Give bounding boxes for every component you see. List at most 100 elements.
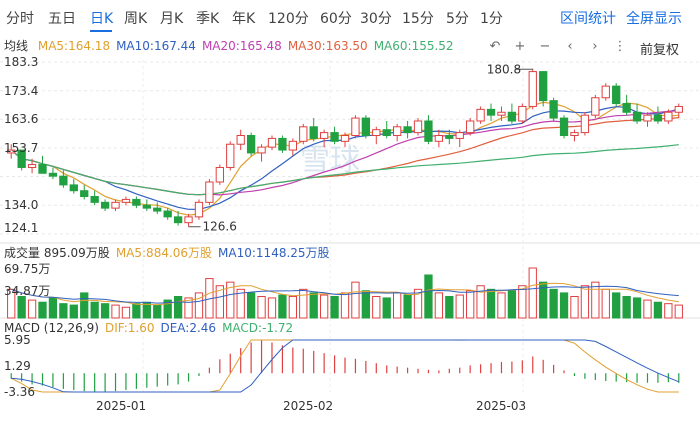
macd-axis-label-3: -3.36	[4, 385, 35, 399]
volume-axis-label-2: 34.87万	[4, 284, 50, 298]
volume-bar-39	[403, 294, 412, 319]
volume-bar-55	[570, 295, 579, 319]
candle-31	[319, 132, 329, 139]
candle-14	[142, 204, 151, 209]
volume-bar-57	[591, 281, 600, 319]
volume-bar-2	[17, 295, 26, 319]
candle-18	[184, 216, 193, 224]
x-date-label-2: 2025-02	[283, 399, 333, 413]
volume-bar-61	[632, 297, 642, 319]
volume-bar-26	[267, 297, 277, 319]
candle-8	[80, 190, 89, 198]
candle-22	[226, 143, 235, 168]
candle-44	[455, 132, 464, 139]
volume-bar-13	[132, 303, 141, 319]
high-annotation: 180.8	[487, 62, 521, 76]
volume-bar-9	[90, 301, 99, 319]
candle-42	[434, 135, 444, 142]
candle-41	[424, 120, 433, 142]
candle-35	[361, 117, 371, 137]
macd-legend: MACD (12,26,9) DIF:1.60 DEA:2.46 MACD:-1.72	[4, 320, 299, 336]
candle-16	[163, 210, 172, 218]
volume-bar-32	[330, 295, 339, 319]
volume-bar-15	[153, 304, 162, 319]
volume-bar-28	[288, 295, 297, 319]
volume-bar-53	[549, 288, 558, 319]
price-axis-label-3: 163.6	[4, 112, 38, 126]
volume-legend-item-1: 成交量 895.09万股	[4, 246, 110, 260]
volume-bar-11	[111, 304, 120, 319]
candle-33	[340, 135, 350, 142]
macd-legend-item-4: MACD:-1.72	[222, 321, 294, 335]
volume-bar-62	[643, 299, 652, 319]
candle-11	[111, 201, 120, 209]
candle-38	[393, 126, 402, 137]
stock-chart[interactable]: 雪球180.8126.6183.3173.4163.6153.7134.0124…	[0, 0, 700, 431]
candle-57	[591, 97, 600, 116]
candle-34	[351, 117, 360, 137]
candle-58	[601, 85, 610, 99]
volume-bar-34	[351, 281, 360, 319]
volume-bar-65	[674, 304, 683, 319]
volume-bar-25	[257, 295, 266, 319]
volume-legend-item-2: MA5:884.06万股	[115, 246, 213, 260]
price-axis-label-1: 183.3	[4, 55, 38, 69]
volume-bar-36	[372, 295, 381, 319]
candle-59	[612, 85, 621, 105]
price-axis-label-2: 173.4	[4, 84, 38, 98]
candle-45	[466, 120, 475, 134]
price-axis-label-5: 134.0	[4, 198, 38, 212]
volume-bar-58	[601, 288, 610, 319]
volume-bar-3	[27, 299, 37, 319]
volume-bar-47	[486, 288, 496, 319]
volume-bar-10	[100, 303, 110, 319]
candle-7	[69, 184, 78, 192]
price-axis-label-4: 153.7	[4, 141, 38, 155]
candle-61	[632, 111, 642, 122]
volume-bar-41	[424, 274, 433, 319]
candle-49	[507, 111, 517, 122]
candle-30	[309, 126, 318, 139]
candle-15	[153, 207, 162, 212]
volume-bar-54	[559, 292, 569, 319]
candle-10	[100, 201, 110, 209]
volume-bar-56	[580, 285, 590, 319]
volume-bar-17	[173, 295, 183, 319]
volume-bar-44	[455, 294, 464, 319]
candle-60	[622, 103, 631, 113]
candle-4	[38, 164, 47, 174]
candle-20	[205, 181, 214, 203]
volume-bar-64	[664, 303, 673, 319]
candle-24	[246, 135, 256, 154]
candle-27	[278, 137, 287, 151]
candle-37	[382, 129, 391, 137]
candle-48	[497, 111, 506, 116]
volume-bar-33	[340, 292, 350, 319]
volume-bar-30	[309, 292, 318, 319]
price-axis-label-6: 124.1	[4, 221, 38, 235]
candle-43	[445, 135, 454, 139]
candle-28	[288, 140, 297, 151]
candle-23	[236, 135, 245, 145]
candle-32	[330, 132, 339, 142]
volume-legend-item-3: MA10:1148.25万股	[218, 246, 330, 260]
volume-bar-63	[653, 301, 663, 319]
macd-legend-item-1: MACD (12,26,9)	[4, 321, 99, 335]
volume-bar-38	[393, 292, 402, 319]
candle-3	[27, 164, 37, 168]
candle-54	[559, 117, 569, 137]
volume-bar-60	[622, 295, 631, 319]
candle-17	[173, 216, 183, 224]
candle-40	[413, 120, 423, 134]
volume-axis-label-1: 69.75万	[4, 262, 50, 276]
candle-47	[486, 108, 496, 116]
candle-51	[528, 71, 537, 107]
x-date-label-3: 2025-03	[476, 399, 526, 413]
volume-bar-12	[121, 306, 131, 319]
candle-64	[664, 111, 673, 122]
volume-bar-6	[59, 303, 68, 319]
candle-46	[476, 108, 485, 122]
candle-65	[674, 105, 683, 113]
volume-bar-27	[278, 294, 287, 319]
volume-legend: 成交量 895.09万股 MA5:884.06万股 MA10:1148.25万股	[4, 245, 336, 261]
